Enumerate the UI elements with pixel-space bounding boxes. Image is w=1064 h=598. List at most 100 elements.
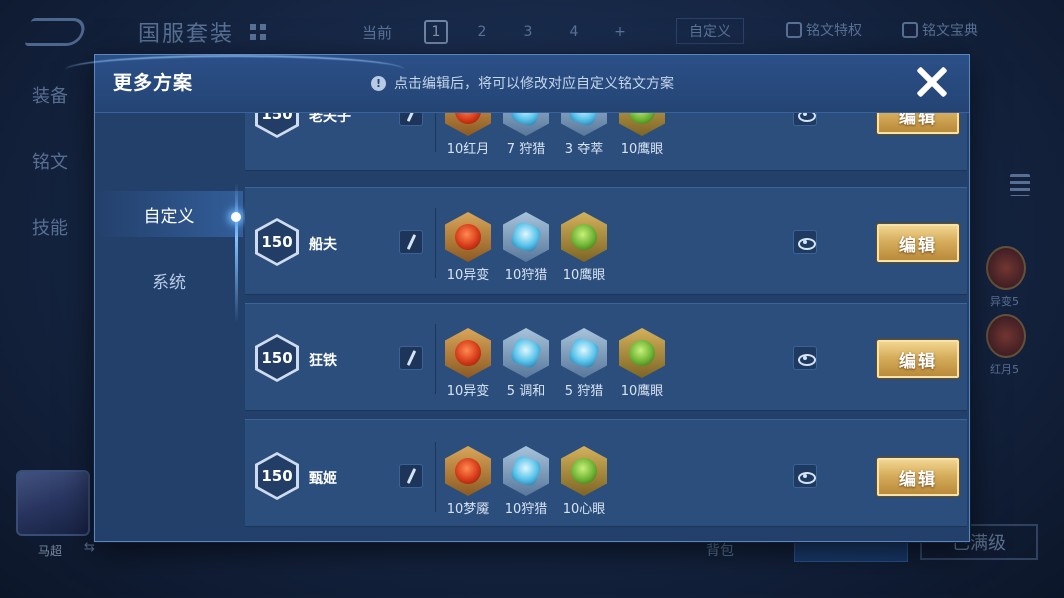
current-label: 当前 xyxy=(362,24,393,42)
rune-green-icon xyxy=(619,328,665,378)
slot-button-4[interactable]: 4 xyxy=(562,20,586,44)
rune-item: 10红月 xyxy=(439,113,497,157)
rune-item: 10鹰眼 xyxy=(613,328,671,399)
edit-button[interactable]: 编辑 xyxy=(877,113,959,134)
row-divider xyxy=(435,324,436,394)
rune-label: 10狩猎 xyxy=(504,268,548,283)
rune-blue-icon xyxy=(503,446,549,496)
grid-icon[interactable] xyxy=(250,24,266,40)
slot-button-3[interactable]: 3 xyxy=(516,20,540,44)
rune-item: 10异变 xyxy=(439,328,497,399)
level-badge: 150 xyxy=(255,452,299,500)
modal-header: 更多方案 ! 点击编辑后，将可以修改对应自定义铭文方案 xyxy=(65,55,969,113)
rune-item: 10异变 xyxy=(439,212,497,283)
side-nav-skills[interactable]: 技能 xyxy=(32,214,68,240)
rune-label: 10鹰眼 xyxy=(620,384,664,399)
row-divider xyxy=(435,113,436,152)
rename-pencil-icon[interactable] xyxy=(399,230,423,254)
side-rune-label: 红月5 xyxy=(990,363,1019,376)
rune-label: 10梦魇 xyxy=(446,502,490,517)
hero-avatar[interactable] xyxy=(16,470,90,536)
tab-indicator-dot xyxy=(231,212,241,222)
more-plans-modal: 更多方案 ! 点击编辑后，将可以修改对应自定义铭文方案 自定义 系统 150 老… xyxy=(65,54,970,542)
rune-codex-link[interactable]: 铭文宝典 xyxy=(902,20,978,40)
rune-label: 10异变 xyxy=(446,384,490,399)
rune-red-icon xyxy=(445,113,491,136)
tab-custom[interactable]: 自定义 xyxy=(95,191,243,237)
rune-item: 3 夺萃 xyxy=(555,113,613,157)
rune-label: 5 调和 xyxy=(506,384,546,399)
rune-blue-icon xyxy=(561,328,607,378)
rune-item: 10梦魇 xyxy=(439,446,497,517)
level-badge: 150 xyxy=(255,113,299,138)
swap-icon[interactable]: ⇆ xyxy=(84,540,95,555)
row-divider xyxy=(435,442,436,512)
slot-button-2[interactable]: 2 xyxy=(470,20,494,44)
rune-item: 10狩猎 xyxy=(497,212,555,283)
preview-eye-icon[interactable] xyxy=(793,464,817,488)
side-rune-label: 异变5 xyxy=(990,295,1019,308)
plan-name: 老夫子 xyxy=(309,113,351,125)
rune-blue-icon xyxy=(503,113,549,136)
rune-label: 10鹰眼 xyxy=(620,142,664,157)
rune-red-icon xyxy=(445,212,491,262)
rune-label: 10红月 xyxy=(446,142,490,157)
plan-name: 船夫 xyxy=(309,237,337,253)
tab-indicator-line xyxy=(235,183,238,323)
rune-item: 10心眼 xyxy=(555,446,613,517)
rune-blue-icon xyxy=(503,212,549,262)
back-arrow-icon[interactable] xyxy=(24,18,88,46)
rune-red-icon xyxy=(986,246,1026,290)
rune-item: 7 狩猎 xyxy=(497,113,555,157)
rune-green-icon xyxy=(619,113,665,136)
row-divider xyxy=(435,208,436,278)
rune-codex-label: 铭文宝典 xyxy=(922,23,978,39)
rune-item: 5 调和 xyxy=(497,328,555,399)
rune-red-icon xyxy=(445,446,491,496)
preview-eye-icon[interactable] xyxy=(793,113,817,126)
rune-item: 10狩猎 xyxy=(497,446,555,517)
privilege-icon xyxy=(786,22,802,38)
rune-item: 5 狩猎 xyxy=(555,328,613,399)
rune-privilege-link[interactable]: 铭文特权 xyxy=(786,20,862,40)
custom-button[interactable]: 自定义 xyxy=(676,18,744,44)
plan-name: 甄姬 xyxy=(309,471,337,487)
rune-green-icon xyxy=(561,446,607,496)
hint: ! 点击编辑后，将可以修改对应自定义铭文方案 xyxy=(371,73,674,93)
rune-label: 10狩猎 xyxy=(504,502,548,517)
rune-item: 10鹰眼 xyxy=(613,113,671,157)
edit-button[interactable]: 编辑 xyxy=(877,224,959,262)
slot-add-button[interactable]: + xyxy=(608,20,632,44)
plan-row: 150 老夫子 10红月 7 狩猎 3 夺萃 10鹰眼 编辑 xyxy=(245,113,967,171)
rune-green-icon xyxy=(561,212,607,262)
list-icon[interactable] xyxy=(1010,174,1030,196)
preview-eye-icon[interactable] xyxy=(793,346,817,370)
rename-pencil-icon[interactable] xyxy=(399,113,423,126)
level-badge: 150 xyxy=(255,334,299,382)
tab-system[interactable]: 系统 xyxy=(95,257,243,303)
preview-eye-icon[interactable] xyxy=(793,230,817,254)
rename-pencil-icon[interactable] xyxy=(399,464,423,488)
slot-button-1[interactable]: 1 xyxy=(424,20,448,44)
modal-title: 更多方案 xyxy=(113,72,194,94)
rune-label: 7 狩猎 xyxy=(506,142,546,157)
codex-icon xyxy=(902,22,918,38)
rune-label: 5 狩猎 xyxy=(564,384,604,399)
rename-pencil-icon[interactable] xyxy=(399,346,423,370)
rune-label: 10心眼 xyxy=(562,502,606,517)
plan-row: 150 甄姬 10梦魇 10狩猎 10心眼 编辑 xyxy=(245,419,967,527)
plan-list[interactable]: 150 老夫子 10红月 7 狩猎 3 夺萃 10鹰眼 编辑 150 船夫 10… xyxy=(245,113,967,541)
rune-red-icon xyxy=(986,314,1026,358)
side-nav-equipment[interactable]: 装备 xyxy=(32,82,68,108)
plan-row: 150 船夫 10异变 10狩猎 10鹰眼 编辑 xyxy=(245,187,967,295)
rune-label: 3 夺萃 xyxy=(564,142,604,157)
close-icon[interactable] xyxy=(913,63,951,101)
edit-button[interactable]: 编辑 xyxy=(877,458,959,496)
side-nav-runes[interactable]: 铭文 xyxy=(32,148,68,174)
plan-row: 150 狂铁 10异变 5 调和 5 狩猎 10鹰眼 编辑 xyxy=(245,303,967,411)
plan-name: 狂铁 xyxy=(309,353,337,369)
set-title: 国服套装 xyxy=(138,22,235,47)
rune-blue-icon xyxy=(561,113,607,136)
edit-button[interactable]: 编辑 xyxy=(877,340,959,378)
rune-item: 10鹰眼 xyxy=(555,212,613,283)
